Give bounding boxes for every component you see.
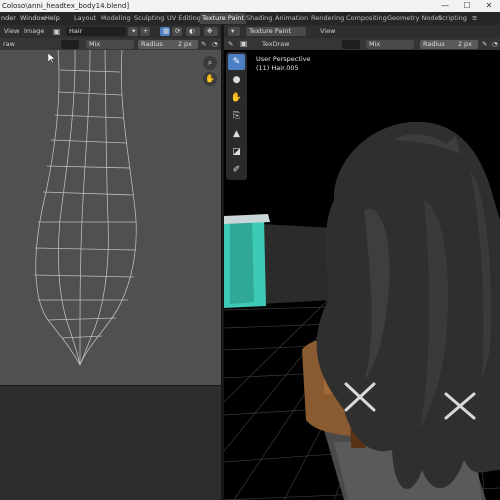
uv-mesh-wireframe	[33, 50, 137, 366]
tab-rendering[interactable]: Rendering	[309, 13, 346, 24]
uv-brush-name[interactable]: raw	[3, 38, 15, 50]
annotate-tool-icon[interactable]: ✐	[228, 162, 245, 178]
tab-animation[interactable]: Animation	[273, 13, 310, 24]
uv-pen-pressure-icon[interactable]: ✎	[201, 38, 206, 50]
close-button[interactable]: ✕	[479, 0, 499, 12]
menu-render[interactable]: nder	[1, 12, 16, 25]
fill-tool-icon[interactable]: ▲	[228, 126, 245, 142]
gizmo-icon[interactable]: ✥	[204, 27, 218, 36]
tab-sculpting[interactable]: Sculpting	[132, 13, 166, 24]
uv-radius-label: Radius	[141, 39, 163, 48]
viewport-object-label: (11) Hair.005	[256, 64, 299, 72]
soften-tool-icon[interactable]: ●	[228, 72, 245, 88]
mouse-cursor-icon	[48, 53, 56, 63]
uv-editor-header: View Image ▣ Hair ✦ + ▦ ⟳ ◐ ✥	[0, 25, 221, 38]
menu-window[interactable]: Window	[20, 12, 46, 25]
viewport-view-menu[interactable]: View	[320, 25, 335, 38]
image-browse-icon[interactable]: ▣	[53, 25, 61, 38]
uv-image-menu[interactable]: Image	[24, 25, 44, 38]
blend-dropdown[interactable]: Mix	[366, 39, 414, 49]
uv-blend-dropdown[interactable]: Mix	[86, 39, 134, 49]
mask-tool-icon[interactable]: ◪	[228, 144, 245, 160]
zoom-icon[interactable]: ⌕	[203, 56, 217, 70]
mode-dropdown-label: Texture Paint	[249, 27, 291, 35]
tab-uv-editing[interactable]: UV Editing	[165, 13, 203, 24]
clone-tool-icon[interactable]: ⎘	[228, 108, 245, 124]
image-new-icon[interactable]: +	[140, 27, 150, 36]
brush-browse-icon[interactable]: ▣	[240, 38, 248, 50]
tab-compositing[interactable]: Compositing	[344, 13, 389, 24]
tab-scripting[interactable]: Scripting	[436, 13, 469, 24]
tab-geometry-nodes[interactable]: Geometry Nodes	[385, 13, 444, 24]
maximize-button[interactable]: ☐	[457, 0, 477, 12]
color-swatch[interactable]	[342, 39, 360, 49]
falloff-icon[interactable]: ◔	[492, 38, 498, 50]
uv-canvas[interactable]: ⌕ ✋	[0, 50, 221, 385]
uv-falloff-icon[interactable]: ◔	[212, 38, 218, 50]
uv-radius-value: 2 px	[177, 39, 192, 48]
viewport-scene	[224, 121, 500, 500]
image-pin-icon[interactable]: ✦	[128, 27, 138, 36]
viewport-perspective-label: User Perspective	[256, 55, 311, 63]
tab-modeling[interactable]: Modeling	[99, 13, 133, 24]
workspace-more-icon[interactable]: ≡	[470, 13, 479, 24]
viewport-tool-settings: ✎ ▣ TexDraw Mix Radius 2 px ✎ ◔	[224, 38, 500, 50]
mode-dropdown[interactable]: Texture Paint	[246, 27, 306, 36]
menu-help[interactable]: Help	[45, 12, 60, 25]
viewport-header: ▾ Texture Paint View	[224, 25, 500, 38]
radius-field[interactable]: Radius 2 px	[420, 39, 478, 49]
tool-shelf: ✎ ● ✋ ⎘ ▲ ◪ ✐	[226, 52, 247, 180]
tab-texture-paint[interactable]: Texture Paint	[200, 13, 246, 24]
uv-toggle-icon[interactable]: ▦	[160, 27, 170, 36]
pen-pressure-icon[interactable]: ✎	[482, 38, 487, 50]
window-title: Coloso\anni_headtex_body14.blend]	[2, 2, 130, 10]
uv-radius-field[interactable]: Radius 2 px	[138, 39, 198, 49]
uv-sync-icon[interactable]: ⟳	[172, 27, 182, 36]
uv-view-menu[interactable]: View	[4, 25, 19, 38]
overlay-icon[interactable]: ◐	[186, 27, 200, 36]
top-menubar: nder Window Help Layout Modeling Sculpti…	[0, 12, 500, 25]
tab-shading[interactable]: Shading	[244, 13, 274, 24]
brush-icon: ✎	[228, 40, 234, 48]
smear-tool-icon[interactable]: ✋	[228, 90, 245, 106]
tab-layout[interactable]: Layout	[72, 13, 98, 24]
window-titlebar: Coloso\anni_headtex_body14.blend] — ☐ ✕	[0, 0, 500, 12]
image-name-field[interactable]: Hair	[66, 27, 126, 36]
radius-label: Radius	[423, 39, 445, 48]
minimize-button[interactable]: —	[435, 0, 455, 12]
draw-tool-icon[interactable]: ✎	[228, 54, 245, 70]
uv-bottom-region	[0, 386, 221, 500]
uv-tool-settings: raw Mix Radius 2 px ✎ ◔	[0, 38, 221, 50]
uv-color-swatch[interactable]	[61, 39, 79, 49]
radius-value: 2 px	[457, 39, 472, 48]
editor-type-icon[interactable]: ▾	[228, 27, 240, 36]
3d-viewport[interactable]: ✎ ● ✋ ⎘ ▲ ◪ ✐ User Perspective (11) Hair…	[224, 50, 500, 500]
pan-hand-icon[interactable]: ✋	[203, 72, 217, 86]
brush-name[interactable]: TexDraw	[262, 38, 290, 50]
